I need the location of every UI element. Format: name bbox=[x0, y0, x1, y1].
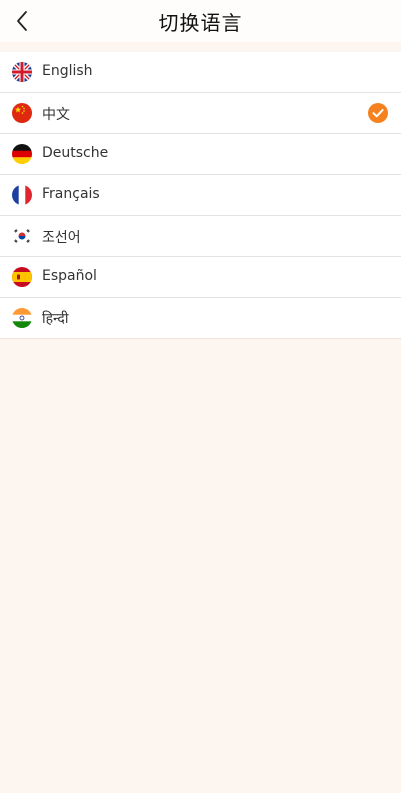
france-flag-icon bbox=[12, 185, 32, 205]
language-label: 조선어 bbox=[42, 230, 81, 246]
language-item-german[interactable]: Deutsche bbox=[0, 134, 401, 175]
china-flag-icon bbox=[12, 103, 32, 123]
uk-flag-icon bbox=[12, 62, 32, 82]
language-item-hindi[interactable]: हिन्दी bbox=[0, 298, 401, 338]
india-flag-icon bbox=[12, 308, 32, 328]
page-title: 切换语言 bbox=[158, 11, 243, 35]
language-label: English bbox=[42, 63, 93, 79]
spain-flag-icon bbox=[12, 267, 32, 287]
language-label: Français bbox=[42, 186, 100, 202]
language-label: हिन्दी bbox=[42, 311, 69, 327]
language-list: English 中文 Deutsche Français 조선어 Español… bbox=[0, 52, 401, 339]
language-item-english[interactable]: English bbox=[0, 52, 401, 93]
language-label: Español bbox=[42, 268, 97, 284]
language-label: Deutsche bbox=[42, 145, 109, 161]
korea-flag-icon bbox=[12, 226, 32, 246]
check-icon bbox=[368, 103, 388, 123]
language-item-korean[interactable]: 조선어 bbox=[0, 216, 401, 257]
germany-flag-icon bbox=[12, 144, 32, 164]
language-item-chinese[interactable]: 中文 bbox=[0, 93, 401, 134]
header-bar: 切换语言 bbox=[0, 0, 401, 42]
language-label: 中文 bbox=[42, 107, 70, 123]
language-item-french[interactable]: Français bbox=[0, 175, 401, 216]
language-item-spanish[interactable]: Español bbox=[0, 257, 401, 298]
